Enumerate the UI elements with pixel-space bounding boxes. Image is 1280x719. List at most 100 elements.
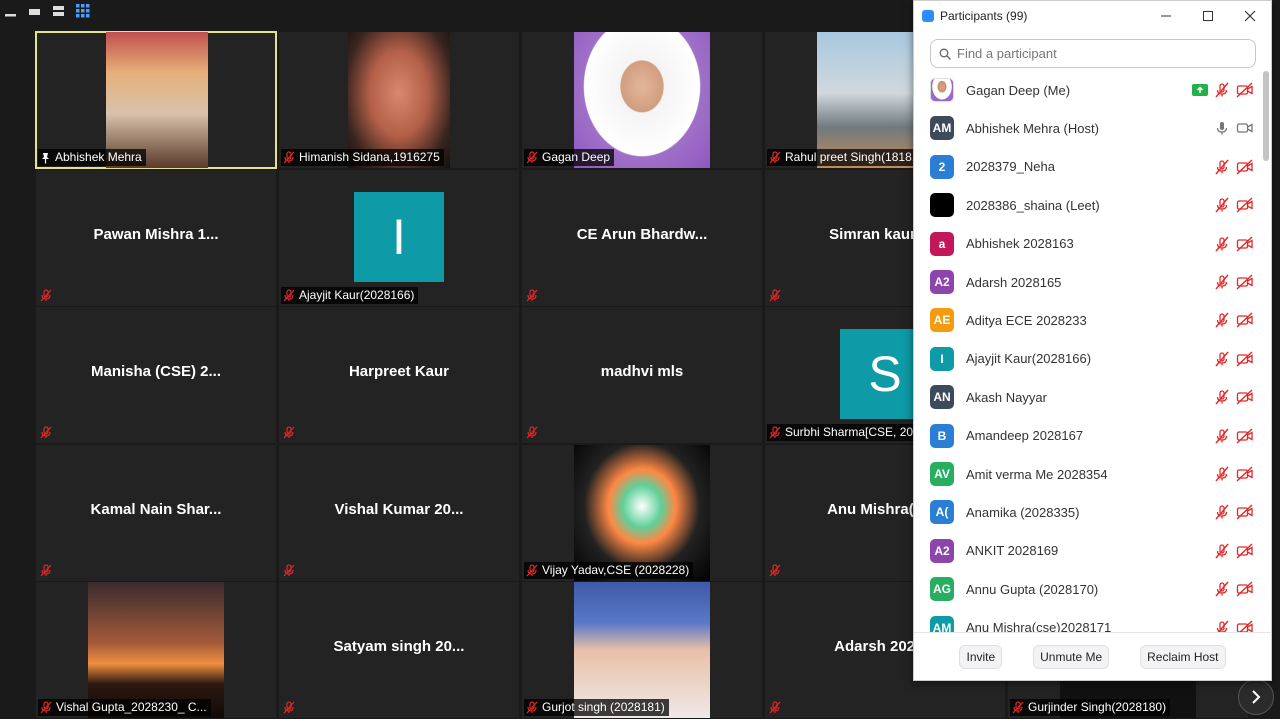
participant-status-icons xyxy=(1214,428,1254,444)
tile-name-label: Surbhi Sharma[CSE, 202... xyxy=(767,424,934,441)
tile-name-label: Gurjinder Singh(2028180) xyxy=(1010,699,1171,716)
muted-mic-icon xyxy=(283,426,295,439)
minimize-button[interactable] xyxy=(1145,1,1187,31)
participant-status-icons xyxy=(1214,312,1254,328)
tile-name-label: Gurjot singh (2028181) xyxy=(524,699,669,716)
participant-row[interactable]: 2 2028379_Neha xyxy=(914,148,1264,186)
muted-mic-icon xyxy=(40,426,52,439)
gallery-view-icon[interactable] xyxy=(76,4,90,18)
video-tile[interactable]: Manisha (CSE) 2... xyxy=(36,307,276,443)
muted-mic-icon xyxy=(526,151,538,164)
maximize-button[interactable] xyxy=(1187,1,1229,31)
participant-display-name: Satyam singh 20... xyxy=(333,638,465,655)
muted-mic-icon xyxy=(526,289,538,302)
search-input[interactable] xyxy=(957,46,1237,61)
view-controls xyxy=(4,4,90,18)
participant-avatar: I xyxy=(354,192,444,282)
tile-name-label: Vijay Yadav,CSE (2028228) xyxy=(524,562,694,579)
muted-mic-icon xyxy=(526,564,538,577)
video-tile[interactable]: madhvi mls xyxy=(522,307,762,443)
video-tile[interactable]: Kamal Nain Shar... xyxy=(36,445,276,581)
video-tile[interactable]: Vishal Kumar 20... xyxy=(279,445,519,581)
participant-row[interactable]: Gagan Deep (Me) xyxy=(914,71,1264,109)
video-tile[interactable]: Gurjot singh (2028181) xyxy=(522,582,762,718)
muted-mic-icon xyxy=(283,564,295,577)
muted-mic-icon xyxy=(769,564,781,577)
video-tile[interactable]: Gagan Deep xyxy=(522,32,762,168)
scrollbar-thumb[interactable] xyxy=(1263,71,1269,161)
participant-status-icons xyxy=(1192,82,1254,98)
video-tile[interactable]: I Ajayjit Kaur(2028166) xyxy=(279,170,519,306)
share-screen-icon xyxy=(1192,84,1208,96)
invite-button[interactable]: Invite xyxy=(959,644,1003,669)
video-tile[interactable]: Satyam singh 20... xyxy=(279,582,519,718)
participant-row[interactable]: A2 ANKIT 2028169 xyxy=(914,532,1264,570)
participant-row[interactable]: AE Aditya ECE 2028233 xyxy=(914,301,1264,339)
participant-display-name: Kamal Nain Shar... xyxy=(90,501,222,518)
participant-list-scrollbar[interactable] xyxy=(1263,71,1269,633)
participant-status-icons xyxy=(1214,351,1254,367)
participant-row[interactable]: A2 Adarsh 2028165 xyxy=(914,263,1264,301)
tile-name-label xyxy=(38,424,56,441)
close-button[interactable] xyxy=(1229,1,1271,31)
muted-mic-icon xyxy=(283,701,295,714)
participant-name: 2028386_shaina (Leet) xyxy=(966,197,1100,213)
muted-mic-icon xyxy=(769,701,781,714)
video-tile[interactable]: Himanish Sidana,1916275 xyxy=(279,32,519,168)
muted-mic-icon xyxy=(283,289,295,302)
muted-mic-icon xyxy=(1215,312,1229,328)
video-off-icon xyxy=(1236,389,1253,405)
muted-mic-icon xyxy=(1215,504,1229,520)
video-tile[interactable]: Vishal Gupta_2028230_ C... xyxy=(36,582,276,718)
participants-panel: Participants (99) Gagan Deep (Me) AM Abhis… xyxy=(913,0,1272,681)
panel-footer: Invite Unmute Me Reclaim Host xyxy=(914,632,1271,680)
video-tile[interactable]: CE Arun Bhardw... xyxy=(522,170,762,306)
participant-row[interactable]: AM Abhishek Mehra (Host) xyxy=(914,109,1264,147)
participant-row[interactable]: I Ajayjit Kaur(2028166) xyxy=(914,340,1264,378)
unmute-me-button[interactable]: Unmute Me xyxy=(1033,644,1110,669)
participant-row[interactable]: AV Amit verma Me 2028354 xyxy=(914,455,1264,493)
participant-row[interactable]: AN Akash Nayyar xyxy=(914,378,1264,416)
participant-display-name: Manisha (CSE) 2... xyxy=(90,363,222,380)
participant-avatar: A2 xyxy=(930,538,954,563)
tile-name-label xyxy=(281,562,299,579)
participant-row[interactable]: AM Anu Mishra(cse)2028171 xyxy=(914,609,1264,633)
participant-list[interactable]: Gagan Deep (Me) AM Abhishek Mehra (Host) 2 2… xyxy=(914,71,1264,633)
muted-mic-icon xyxy=(1215,581,1229,597)
speaker-view-icon[interactable] xyxy=(28,4,42,18)
participant-avatar xyxy=(930,78,954,102)
participant-row[interactable]: 2028386_shaina (Leet) xyxy=(914,186,1264,224)
participant-row[interactable]: A(Anamika (2028335) xyxy=(914,493,1264,531)
participant-search xyxy=(930,39,1256,68)
video-off-icon xyxy=(1236,274,1253,290)
video-tile[interactable]: Abhishek Mehra xyxy=(35,31,277,169)
maximize-icon xyxy=(1203,11,1213,21)
participant-row[interactable]: AG Annu Gupta (2028170) xyxy=(914,570,1264,608)
video-tile[interactable]: Pawan Mishra 1... xyxy=(36,170,276,306)
tile-name-label: Rahul preet Singh(1818... xyxy=(767,149,926,166)
participant-row[interactable]: a Abhishek 2028163 xyxy=(914,225,1264,263)
muted-mic-icon xyxy=(40,564,52,577)
tile-participant-name: Himanish Sidana,1916275 xyxy=(299,150,440,164)
mic-icon xyxy=(1216,122,1228,135)
video-off-icon xyxy=(1236,504,1253,520)
video-tile[interactable]: Vijay Yadav,CSE (2028228) xyxy=(522,445,762,581)
tile-participant-name: Vishal Gupta_2028230_ C... xyxy=(56,700,207,714)
participant-display-name: Vishal Kumar 20... xyxy=(334,501,464,518)
participant-display-name: madhvi mls xyxy=(600,363,684,380)
panel-titlebar: Participants (99) xyxy=(914,1,1271,31)
tile-name-label xyxy=(38,562,56,579)
participant-avatar xyxy=(930,193,954,218)
participant-status-icons xyxy=(1214,620,1254,633)
reclaim-host-button[interactable]: Reclaim Host xyxy=(1140,644,1226,669)
video-off-icon xyxy=(1236,543,1253,559)
participant-row[interactable]: B Amandeep 2028167 xyxy=(914,417,1264,455)
muted-mic-icon xyxy=(1215,428,1229,444)
video-tile[interactable]: Harpreet Kaur xyxy=(279,307,519,443)
video-off-icon xyxy=(1236,351,1253,367)
muted-mic-icon xyxy=(526,701,538,714)
next-page-button[interactable] xyxy=(1238,679,1274,715)
gallery-strip-icon[interactable] xyxy=(52,4,66,18)
muted-mic-icon xyxy=(526,426,538,439)
minimize-view-icon[interactable] xyxy=(4,4,18,18)
